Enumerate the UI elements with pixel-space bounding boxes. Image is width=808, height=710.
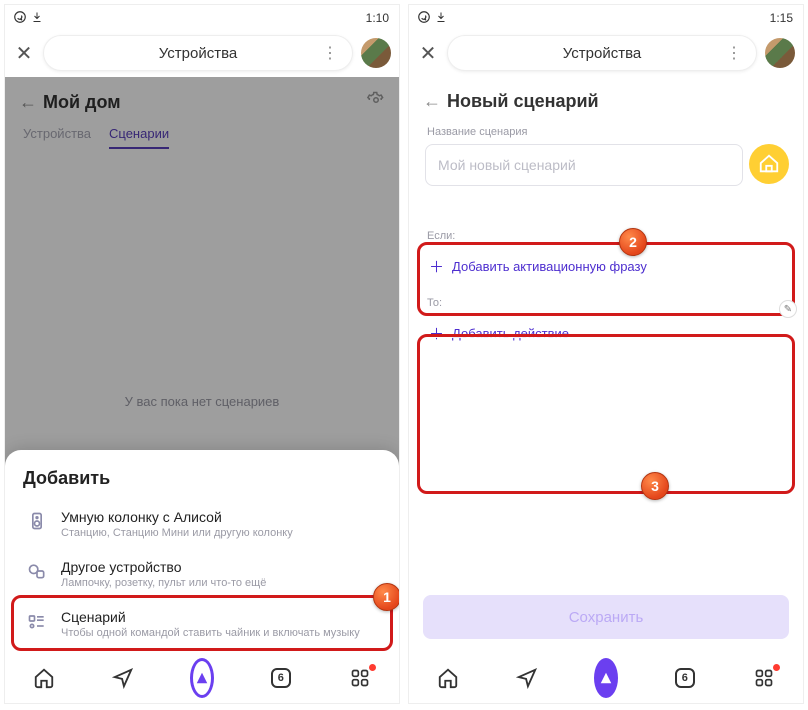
name-label: Название сценария [409,114,803,144]
tabs-count[interactable]: 6 [673,666,697,690]
if-label: Если: [409,212,803,248]
new-scenario-title: Новый сценарий [447,91,599,112]
screen-right: 1:15 ✕ Устройства ⋮ ← Новый сценарий Наз… [408,4,804,704]
notification-dot [773,664,780,671]
callout-badge-1: 1 [373,583,400,611]
scenario-name-input[interactable]: Мой новый сценарий [425,144,743,186]
close-icon[interactable]: ✕ [417,41,439,66]
device-icon [25,559,49,583]
title-pill[interactable]: Устройства ⋮ [447,35,757,71]
subheader: ← Мой дом [5,77,399,120]
gear-icon[interactable] [367,91,385,114]
page-title: Устройства [563,45,641,62]
plus-icon: ＋ [429,323,444,344]
page-title: Устройства [159,45,237,62]
edit-pencil-icon[interactable]: ✎ [779,300,797,318]
scenario-color-icon[interactable] [749,144,789,184]
tabs: Устройства Сценарии [5,120,399,149]
back-arrow-icon[interactable]: ← [19,92,37,113]
header-bar: ✕ Устройства ⋮ [409,29,803,77]
tabs-count[interactable]: 6 [269,666,293,690]
add-scenario-row[interactable]: Сценарий Чтобы одной командой ставить ча… [23,599,381,649]
tab-scenarios[interactable]: Сценарии [109,126,169,149]
avatar[interactable] [765,38,795,68]
bottom-nav: 6 [5,653,399,703]
header-bar: ✕ Устройства ⋮ [5,29,399,77]
avatar[interactable] [361,38,391,68]
back-arrow-icon[interactable]: ← [423,91,441,112]
screen-left: 1:10 ✕ Устройства ⋮ ← Мой дом Устройства… [4,4,400,704]
apps-icon[interactable] [752,666,776,690]
add-device-row[interactable]: Другое устройство Лампочку, розетку, пул… [23,549,381,599]
sheet-title: Добавить [23,468,381,489]
row-title: Умную колонку с Алисой [61,509,293,525]
title-pill[interactable]: Устройства ⋮ [43,35,353,71]
plus-icon: ＋ [429,256,444,277]
bottom-nav: 6 [409,653,803,703]
apps-icon[interactable] [348,666,372,690]
close-icon[interactable]: ✕ [13,41,35,66]
bottom-sheet: Добавить Умную колонку с Алисой Станцию,… [5,450,399,653]
more-icon[interactable]: ⋮ [322,43,338,63]
download-icon [31,11,43,26]
alisa-button[interactable] [190,666,214,690]
scenario-form: Название сценария Мой новый сценарий ✎ 2… [409,114,803,653]
home-title: Мой дом [43,92,121,113]
home-icon[interactable] [436,666,460,690]
scenario-icon [25,609,49,633]
send-icon[interactable] [111,666,135,690]
speaker-icon [25,509,49,533]
save-button[interactable]: Сохранить [423,595,789,639]
tab-devices[interactable]: Устройства [23,126,91,149]
callout-badge-2: 2 [619,228,647,256]
download-icon [435,11,447,26]
subheader: ← Новый сценарий [409,77,803,114]
clock-time: 1:10 [366,11,389,25]
add-activation-phrase[interactable]: ＋ Добавить активационную фразу [409,248,803,285]
home-icon[interactable] [32,666,56,690]
add-action[interactable]: ＋ Добавить действие [409,315,803,352]
send-icon[interactable] [515,666,539,690]
row-subtitle: Чтобы одной командой ставить чайник и вк… [61,627,360,639]
clock-time: 1:15 [770,11,793,25]
then-label: То: [409,285,803,315]
whatsapp-icon [13,10,27,27]
row-title: Сценарий [61,609,360,625]
main-area: ← Мой дом Устройства Сценарии У вас пока… [5,77,399,653]
row-subtitle: Лампочку, розетку, пульт или что-то ещё [61,577,266,589]
more-icon[interactable]: ⋮ [726,43,742,63]
add-speaker-row[interactable]: Умную колонку с Алисой Станцию, Станцию … [23,499,381,549]
whatsapp-icon [417,10,431,27]
status-bar: 1:10 [5,5,399,29]
row-subtitle: Станцию, Станцию Мини или другую колонку [61,527,293,539]
status-bar: 1:15 [409,5,803,29]
notification-dot [369,664,376,671]
row-title: Другое устройство [61,559,266,575]
alisa-button[interactable] [594,666,618,690]
callout-badge-3: 3 [641,472,669,500]
